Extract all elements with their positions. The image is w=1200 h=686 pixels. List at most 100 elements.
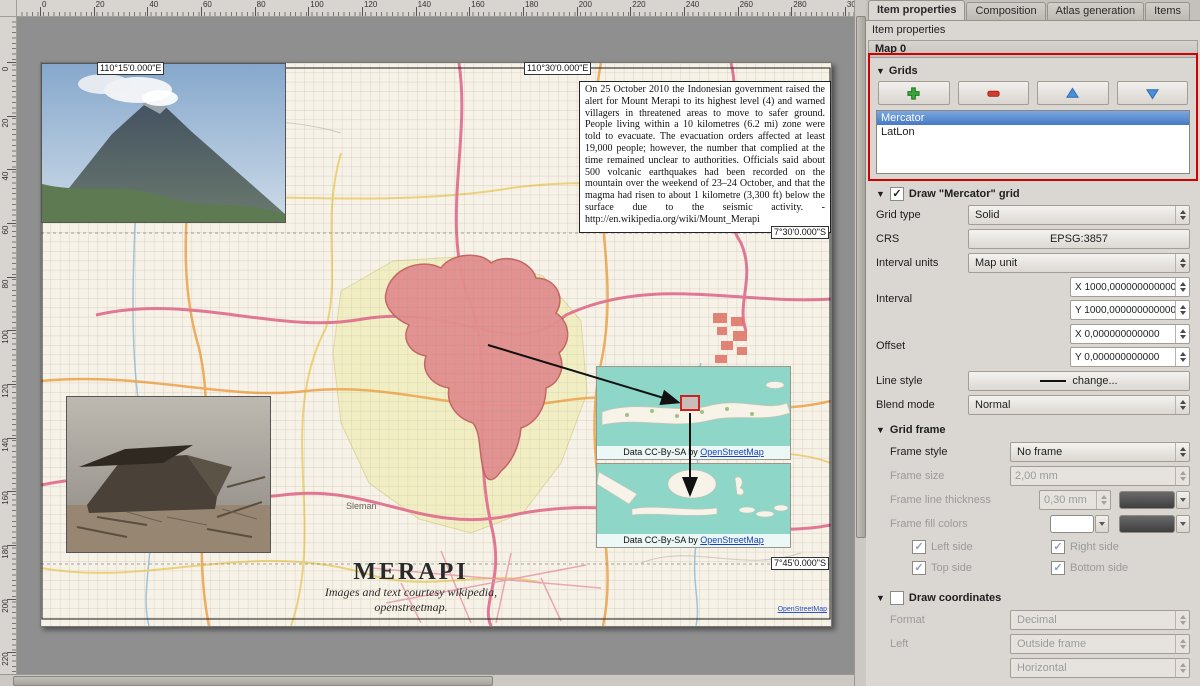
grids-header[interactable]: ▼ Grids (876, 63, 1190, 78)
left-frame-select[interactable]: Outside frame (1010, 634, 1190, 654)
map-subtitle: Images and text courtesy wikipedia, open… (296, 585, 526, 615)
move-grid-down-button[interactable] (1117, 81, 1189, 105)
map-item-header: Map 0 (868, 40, 1198, 58)
openstreetmap-link[interactable]: OpenStreetMap (700, 447, 764, 457)
interval-y-input[interactable]: Y 1000,000000000000 (1070, 300, 1190, 320)
frame-fill-color1-swatch[interactable] (1050, 515, 1094, 533)
interval-x-input[interactable]: X 1000,000000000000 (1070, 277, 1190, 297)
collapse-triangle-icon: ▼ (876, 593, 885, 603)
top-side-option: Top side (912, 561, 1051, 575)
ruler-corner (0, 0, 17, 17)
horizontal-scrollbar-handle[interactable] (13, 676, 493, 686)
format-select[interactable]: Decimal (1010, 610, 1190, 630)
right-side-option: Right side (1051, 540, 1190, 554)
horizontal-scrollbar[interactable] (0, 674, 854, 686)
spinner-arrows-icon (1175, 611, 1189, 629)
spinner-arrows-icon (1175, 659, 1189, 677)
spinner-arrows-icon (1175, 467, 1189, 485)
left-coordinate-label: Left (890, 638, 1010, 650)
frame-fill-color1-dropdown[interactable] (1095, 515, 1109, 533)
frame-line-thickness-label: Frame line thickness (890, 494, 1039, 506)
map-title: MERAPI (296, 559, 526, 585)
interval-units-label: Interval units (876, 257, 968, 269)
tab-composition[interactable]: Composition (966, 2, 1045, 20)
inset-bottom-credit: Data CC-By-SA by OpenStreetMap (597, 534, 790, 547)
collapse-triangle-icon: ▼ (876, 189, 885, 199)
spinner-arrows-icon (1096, 491, 1110, 509)
grid-type-label: Grid type (876, 209, 968, 221)
frame-line-color-swatch[interactable] (1119, 491, 1175, 509)
add-grid-button[interactable] (878, 81, 950, 105)
chevron-down-icon (1180, 522, 1186, 526)
top-side-checkbox[interactable] (912, 561, 926, 575)
draw-grid-checkbox[interactable] (890, 187, 904, 201)
crs-button[interactable]: EPSG:3857 (968, 229, 1190, 249)
arrow-down-icon (1145, 86, 1160, 101)
arrow-up-icon (1065, 86, 1080, 101)
spinner-arrows-icon (1175, 325, 1189, 343)
remove-grid-button[interactable] (958, 81, 1030, 105)
crs-label: CRS (876, 233, 968, 245)
volcano-photo[interactable] (41, 63, 286, 223)
collapse-triangle-icon: ▼ (876, 66, 885, 76)
frame-style-label: Frame style (890, 446, 1010, 458)
tab-atlas-generation[interactable]: Atlas generation (1047, 2, 1145, 20)
article-text-frame[interactable]: On 25 October 2010 the Indonesian govern… (579, 81, 831, 233)
spinner-arrows-icon (1175, 396, 1189, 414)
left-side-checkbox[interactable] (912, 540, 926, 554)
inset-map-top[interactable]: Data CC-By-SA by OpenStreetMap (596, 366, 791, 460)
frame-fill-color2-dropdown[interactable] (1176, 515, 1190, 533)
format-label: Format (890, 614, 1010, 626)
inset-map-bottom[interactable]: Data CC-By-SA by OpenStreetMap (596, 463, 791, 548)
frame-size-input[interactable]: 2,00 mm (1010, 466, 1190, 486)
qgis-print-composer-window: 0204060801001201401601802002202402602803… (0, 0, 1200, 686)
grid-list-item-mercator[interactable]: Mercator (877, 111, 1189, 125)
spinner-arrows-icon (1175, 301, 1189, 319)
line-sample-icon (1040, 380, 1066, 382)
bottom-side-option: Bottom side (1051, 561, 1190, 575)
plus-icon (906, 86, 921, 101)
tab-items[interactable]: Items (1145, 2, 1190, 20)
map-title-block[interactable]: MERAPI Images and text courtesy wikipedi… (296, 559, 526, 615)
left-orientation-select[interactable]: Horizontal (1010, 658, 1190, 678)
interval-units-select[interactable]: Map unit (968, 253, 1190, 273)
dock-title: Item properties (866, 21, 1200, 39)
grid-list-item-latlon[interactable]: LatLon (877, 125, 1189, 139)
bottom-side-checkbox[interactable] (1051, 561, 1065, 575)
frame-line-thickness-input[interactable]: 0,30 mm (1039, 490, 1111, 510)
grid-type-select[interactable]: Solid (968, 205, 1190, 225)
frame-style-select[interactable]: No frame (1010, 442, 1190, 462)
map-label-sleman: Sleman (346, 501, 377, 511)
house-photo-image (67, 397, 270, 552)
left-side-option: Left side (912, 540, 1051, 554)
frame-line-color-dropdown[interactable] (1176, 491, 1190, 509)
frame-size-label: Frame size (890, 470, 1010, 482)
line-style-button[interactable]: change... (968, 371, 1190, 391)
ruler-horizontal: 0204060801001201401601802002202402602803… (16, 0, 854, 17)
house-photo[interactable] (66, 396, 271, 553)
right-side-checkbox[interactable] (1051, 540, 1065, 554)
collapse-triangle-icon: ▼ (876, 425, 885, 435)
openstreetmap-link[interactable]: OpenStreetMap (700, 535, 764, 545)
page-credit-link[interactable]: OpenStreetMap (778, 606, 827, 613)
grid-frame-header[interactable]: ▼ Grid frame (866, 420, 1200, 440)
spinner-arrows-icon (1175, 206, 1189, 224)
move-grid-up-button[interactable] (1037, 81, 1109, 105)
vertical-scrollbar-handle[interactable] (856, 16, 866, 538)
minus-icon (986, 86, 1001, 101)
offset-x-input[interactable]: X 0,000000000000 (1070, 324, 1190, 344)
item-properties-panel: Item properties Composition Atlas genera… (866, 0, 1200, 686)
offset-label: Offset (876, 340, 1070, 352)
volcano-photo-image (42, 64, 285, 222)
spinner-arrows-icon (1175, 254, 1189, 272)
grid-list[interactable]: Mercator LatLon (876, 110, 1190, 174)
blend-mode-select[interactable]: Normal (968, 395, 1190, 415)
draw-coordinates-checkbox[interactable] (890, 591, 904, 605)
draw-coordinates-header[interactable]: ▼ Draw coordinates (866, 588, 1200, 608)
composition-canvas[interactable]: 0204060801001201401601802002202402602803… (0, 0, 854, 686)
interval-label: Interval (876, 293, 1070, 305)
composition-page[interactable]: On 25 October 2010 the Indonesian govern… (40, 62, 832, 627)
frame-fill-color2-swatch[interactable] (1119, 515, 1175, 533)
offset-y-input[interactable]: Y 0,000000000000 (1070, 347, 1190, 367)
tab-item-properties[interactable]: Item properties (868, 0, 965, 20)
